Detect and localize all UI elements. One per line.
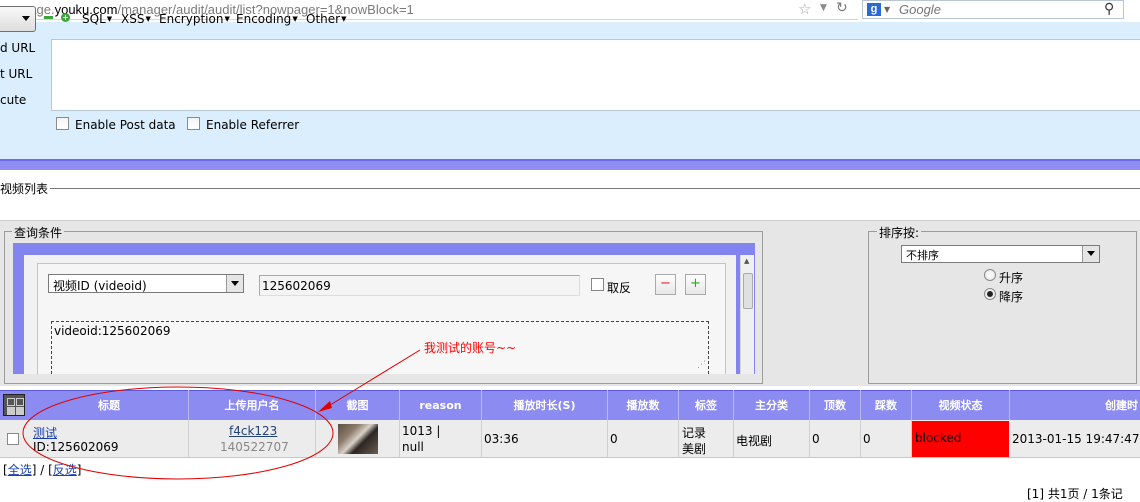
query-field-selected: 视频ID (videoid) — [53, 279, 147, 293]
cell-up: 0 — [810, 420, 861, 458]
resize-grip-icon[interactable]: ⋰ — [697, 360, 706, 370]
col-reason[interactable]: reason — [400, 390, 482, 420]
scroll-thumb[interactable] — [743, 273, 753, 309]
col-down[interactable]: 踩数 — [861, 390, 912, 420]
post-data-checkbox[interactable] — [56, 117, 69, 130]
search-placeholder: Google — [899, 2, 941, 17]
remove-condition-button[interactable]: − — [655, 274, 676, 295]
sort-selected: 不排序 — [906, 249, 939, 262]
referrer-label[interactable]: Enable Referrer — [206, 118, 299, 132]
minus-icon[interactable] — [44, 13, 53, 22]
select-all-link[interactable]: 全选 — [8, 463, 32, 477]
query-scrollbar[interactable]: ▲ — [740, 255, 754, 374]
col-uploader[interactable]: 上传用户名 — [189, 390, 316, 420]
engine-dropdown-icon[interactable]: ▼ — [884, 5, 890, 14]
menu-sql[interactable]: SQL▼ — [82, 12, 112, 26]
negate-checkbox[interactable] — [591, 278, 604, 291]
separator: / — [36, 463, 49, 477]
query-value-input[interactable]: 125602069 — [259, 275, 580, 296]
sort-asc-radio[interactable] — [984, 269, 996, 281]
invert-select-link[interactable]: 反选 — [53, 463, 77, 477]
reason-code: 1013 | — [402, 424, 441, 438]
col-created[interactable]: 创建时 — [1010, 390, 1140, 420]
selection-links: [全选] / [反选] — [3, 463, 82, 477]
menu-other[interactable]: Other▼ — [306, 12, 346, 26]
col-plays[interactable]: 播放数 — [608, 390, 679, 420]
google-engine-icon[interactable]: g — [867, 3, 881, 16]
cell-created: 2013-01-15 19:47:47 — [1010, 420, 1140, 458]
chevron-down-icon[interactable] — [1082, 246, 1099, 262]
reason-text: null — [402, 440, 424, 454]
split-url-button[interactable]: t URL — [0, 67, 32, 81]
scroll-up-icon[interactable]: ▲ — [744, 257, 749, 265]
plus-icon[interactable] — [61, 13, 70, 22]
tag-item: 美剧 — [682, 442, 707, 456]
col-tags[interactable]: 标签 — [679, 390, 734, 420]
query-legend: 查询条件 — [12, 224, 65, 241]
post-data-label[interactable]: Enable Post data — [75, 118, 176, 132]
chevron-down-icon[interactable] — [226, 275, 243, 292]
cell-title: 测试 ID:125602069 — [30, 420, 189, 458]
sort-legend: 排序按: — [877, 224, 922, 241]
cell-duration: 03:36 — [482, 420, 608, 458]
sort-asc-label[interactable]: 升序 — [999, 269, 1023, 286]
row-checkbox[interactable] — [7, 433, 19, 445]
tag-item: 记录 — [682, 426, 707, 440]
col-screenshot[interactable]: 截图 — [316, 390, 400, 420]
status-badge: blocked — [912, 421, 1009, 457]
chevron-down-icon — [22, 16, 30, 21]
search-box[interactable]: g ▼ Google ⚲ — [862, 0, 1124, 19]
load-url-button[interactable]: d URL — [0, 41, 35, 55]
col-category[interactable]: 主分类 — [734, 390, 810, 420]
hackbar-dropdown[interactable] — [0, 6, 36, 32]
sort-desc-label[interactable]: 降序 — [999, 288, 1023, 305]
up-value: 0 — [812, 432, 820, 446]
search-icon[interactable]: ⚲ — [1104, 1, 1114, 17]
cell-down: 0 — [861, 420, 912, 458]
page-top-bar — [0, 159, 1140, 170]
cell-uploader: f4ck123 140522707 — [189, 420, 316, 458]
menu-encryption[interactable]: Encryption▼ — [159, 12, 230, 26]
category-value: 电视剧 — [736, 434, 773, 448]
reload-icon[interactable]: ↻ — [836, 0, 848, 16]
execute-button[interactable]: cute — [0, 93, 26, 107]
cell-category: 电视剧 — [734, 420, 810, 458]
query-field-select[interactable]: 视频ID (videoid) — [48, 274, 244, 293]
down-value: 0 — [863, 432, 871, 446]
query-condition-textarea[interactable]: videoid:125602069 — [51, 321, 709, 374]
plays-value: 0 — [610, 432, 618, 446]
cell-reason: 1013 | null — [400, 420, 482, 458]
referrer-checkbox[interactable] — [187, 117, 200, 130]
hackbar-url-textarea[interactable] — [51, 39, 1140, 111]
divider — [50, 188, 1140, 189]
menu-encoding[interactable]: Encoding▼ — [236, 12, 298, 26]
col-title[interactable]: 标题 — [30, 390, 189, 420]
uploader-id: 140522707 — [220, 440, 289, 454]
menu-xss[interactable]: XSS▼ — [121, 12, 151, 26]
video-id: ID:125602069 — [33, 440, 119, 454]
grid-view-icon[interactable] — [3, 394, 25, 416]
duration-value: 03:36 — [484, 432, 519, 446]
cell-tags: 记录 美剧 — [679, 420, 734, 458]
negate-label[interactable]: 取反 — [607, 279, 631, 296]
sort-desc-radio[interactable] — [984, 288, 996, 300]
section-title: 视频列表 — [0, 182, 49, 196]
sort-select[interactable]: 不排序 — [901, 245, 1100, 263]
col-status[interactable]: 视频状态 — [912, 390, 1010, 420]
add-condition-button[interactable]: + — [685, 274, 706, 295]
video-thumbnail[interactable] — [338, 424, 378, 454]
col-up[interactable]: 顶数 — [810, 390, 861, 420]
video-title-link[interactable]: 测试 — [33, 424, 57, 441]
created-value: 2013-01-15 19:47:47 — [1012, 432, 1140, 446]
annotation-text: 我测试的账号~~ — [424, 341, 517, 355]
uploader-link[interactable]: f4ck123 — [229, 424, 277, 438]
history-dropdown-icon[interactable]: ▼ — [820, 3, 827, 13]
cell-plays: 0 — [608, 420, 679, 458]
bookmark-star-icon[interactable]: ☆ — [798, 0, 811, 18]
col-duration[interactable]: 播放时长(S) — [482, 390, 608, 420]
